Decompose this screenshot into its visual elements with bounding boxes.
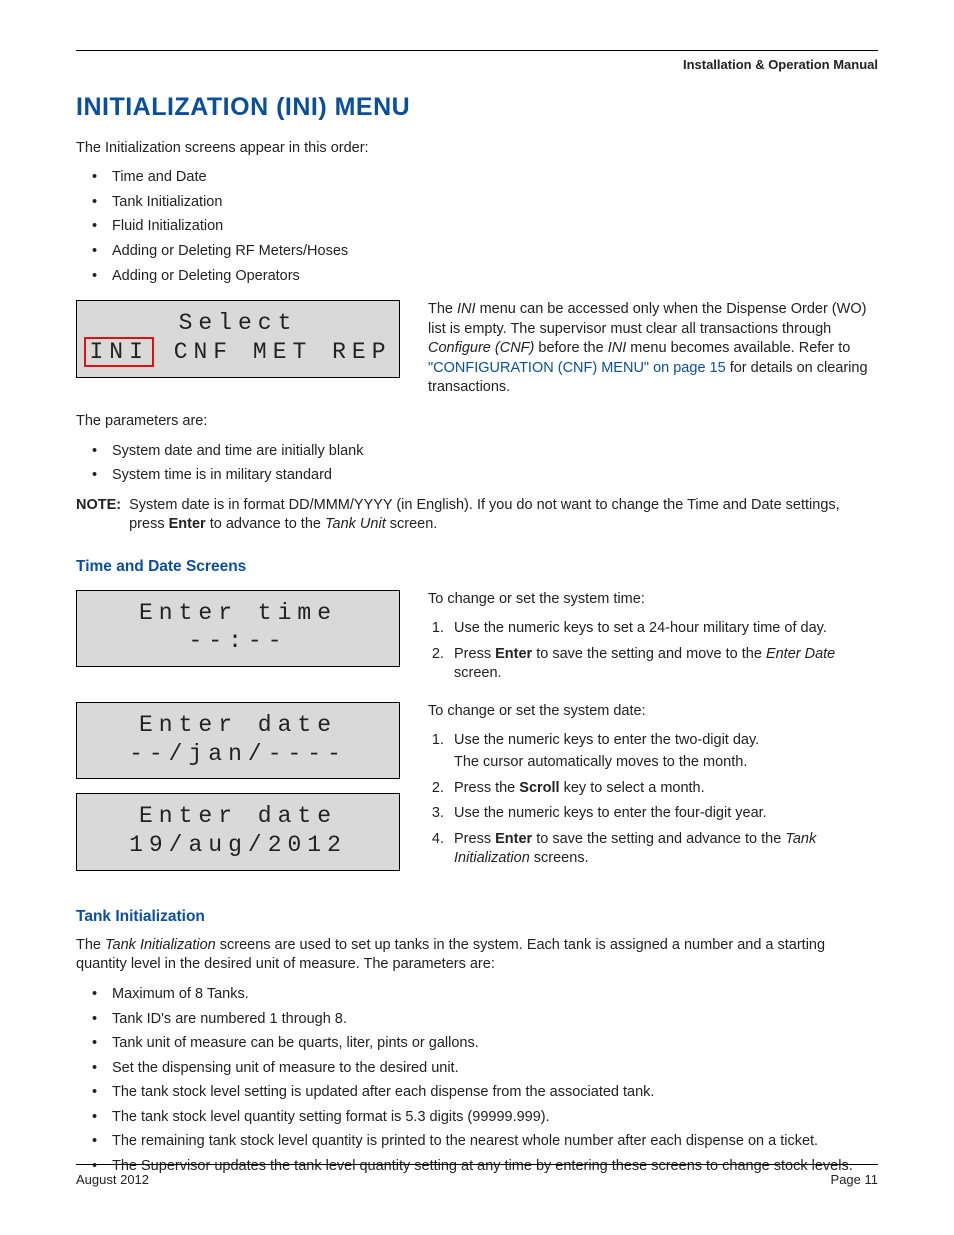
list-item: The remaining tank stock level quantity …: [88, 1132, 878, 1152]
time-intro: To change or set the system time:: [428, 590, 878, 610]
text: screen.: [454, 665, 502, 681]
text-italic: Tank Initialization: [105, 937, 216, 953]
list-item: System date and time are initially blank: [88, 442, 878, 462]
date-intro: To change or set the system date:: [428, 702, 878, 722]
section-heading-tank-init: Tank Initialization: [76, 907, 878, 928]
params-intro: The parameters are:: [76, 412, 878, 432]
note-label: NOTE:: [76, 496, 121, 535]
page-footer: August 2012 Page 11: [76, 1164, 878, 1189]
text: Press: [454, 646, 495, 662]
list-item: Press the Scroll key to select a month.: [448, 779, 878, 799]
list-item: Tank ID's are numbered 1 through 8.: [88, 1010, 878, 1030]
tank-init-paragraph: The Tank Initialization screens are used…: [76, 936, 878, 975]
text: The: [428, 301, 457, 317]
lcd-line: Select: [83, 309, 393, 338]
running-header: Installation & Operation Manual: [683, 56, 878, 74]
top-rule: [76, 50, 878, 51]
text: Use the numeric keys to enter the two-di…: [454, 732, 759, 748]
intro-text: The Initialization screens appear in thi…: [76, 139, 878, 159]
lcd-enter-date-blank: Enter date --/jan/----: [76, 702, 400, 780]
text-bold: Enter: [495, 831, 532, 847]
lcd-enter-time: Enter time --:--: [76, 590, 400, 668]
page-title: INITIALIZATION (INI) MENU: [76, 91, 878, 125]
text: The cursor automatically moves to the mo…: [454, 753, 878, 773]
lcd-select-screen: Select INI CNF MET REP: [76, 300, 400, 378]
text: key to select a month.: [560, 780, 705, 796]
text-italic: Enter Date: [766, 646, 835, 662]
list-item: Adding or Deleting RF Meters/Hoses: [88, 242, 878, 262]
note-block: NOTE: System date is in format DD/MMM/YY…: [76, 496, 878, 535]
lcd-line: Enter date: [83, 711, 393, 740]
list-item: Press Enter to save the setting and adva…: [448, 830, 878, 869]
list-item: Tank unit of measure can be quarts, lite…: [88, 1034, 878, 1054]
text: Press the: [454, 780, 519, 796]
lcd-line: --:--: [83, 627, 393, 656]
footer-page-number: Page 11: [831, 1171, 878, 1189]
lcd-line: 19/aug/2012: [83, 831, 393, 860]
list-item: Tank Initialization: [88, 193, 878, 213]
cross-reference-link[interactable]: "CONFIGURATION (CNF) MENU" on page 15: [428, 360, 726, 376]
text: menu can be accessed only when the Dispe…: [428, 301, 866, 337]
list-item: Use the numeric keys to enter the four-d…: [448, 804, 878, 824]
list-item: Press Enter to save the setting and move…: [448, 645, 878, 684]
text: to advance to the: [206, 516, 325, 532]
list-item: Time and Date: [88, 168, 878, 188]
params-bullet-list: System date and time are initially blank…: [88, 442, 878, 486]
list-item: System time is in military standard: [88, 466, 878, 486]
text: screen.: [386, 516, 438, 532]
list-item: The tank stock level setting is updated …: [88, 1083, 878, 1103]
text-bold: Scroll: [519, 780, 559, 796]
footer-date: August 2012: [76, 1171, 149, 1189]
text-bold: Enter: [495, 646, 532, 662]
list-item: Adding or Deleting Operators: [88, 267, 878, 287]
text-bold: Enter: [169, 516, 206, 532]
lcd-options: CNF MET REP: [154, 339, 392, 365]
lcd-line: Enter time: [83, 599, 393, 628]
list-item: Use the numeric keys to enter the two-di…: [448, 731, 878, 772]
text: before the: [534, 340, 607, 356]
text-italic: Tank Unit: [325, 516, 386, 532]
date-steps: Use the numeric keys to enter the two-di…: [448, 731, 878, 868]
text-italic: INI: [457, 301, 476, 317]
ini-menu-paragraph: The INI menu can be accessed only when t…: [428, 300, 878, 398]
lcd-enter-date-filled: Enter date 19/aug/2012: [76, 793, 400, 871]
lcd-line: Enter date: [83, 802, 393, 831]
list-item: Maximum of 8 Tanks.: [88, 985, 878, 1005]
text: screens.: [530, 850, 589, 866]
intro-bullet-list: Time and Date Tank Initialization Fluid …: [88, 168, 878, 286]
section-heading-time-date: Time and Date Screens: [76, 557, 878, 578]
lcd-line: INI CNF MET REP: [84, 338, 391, 367]
text: Press: [454, 831, 495, 847]
lcd-selected-option: INI: [84, 337, 153, 367]
list-item: Fluid Initialization: [88, 217, 878, 237]
text: menu becomes available. Refer to: [626, 340, 850, 356]
list-item: Set the dispensing unit of measure to th…: [88, 1059, 878, 1079]
text-italic: INI: [608, 340, 627, 356]
text: The: [76, 937, 105, 953]
lcd-line: --/jan/----: [83, 740, 393, 769]
list-item: Use the numeric keys to set a 24-hour mi…: [448, 619, 878, 639]
text-italic: Configure (CNF): [428, 340, 534, 356]
text: to save the setting and advance to the: [532, 831, 785, 847]
time-steps: Use the numeric keys to set a 24-hour mi…: [448, 619, 878, 684]
text: to save the setting and move to the: [532, 646, 766, 662]
tank-bullet-list: Maximum of 8 Tanks. Tank ID's are number…: [88, 985, 878, 1177]
list-item: The tank stock level quantity setting fo…: [88, 1108, 878, 1128]
note-body: System date is in format DD/MMM/YYYY (in…: [129, 496, 878, 535]
